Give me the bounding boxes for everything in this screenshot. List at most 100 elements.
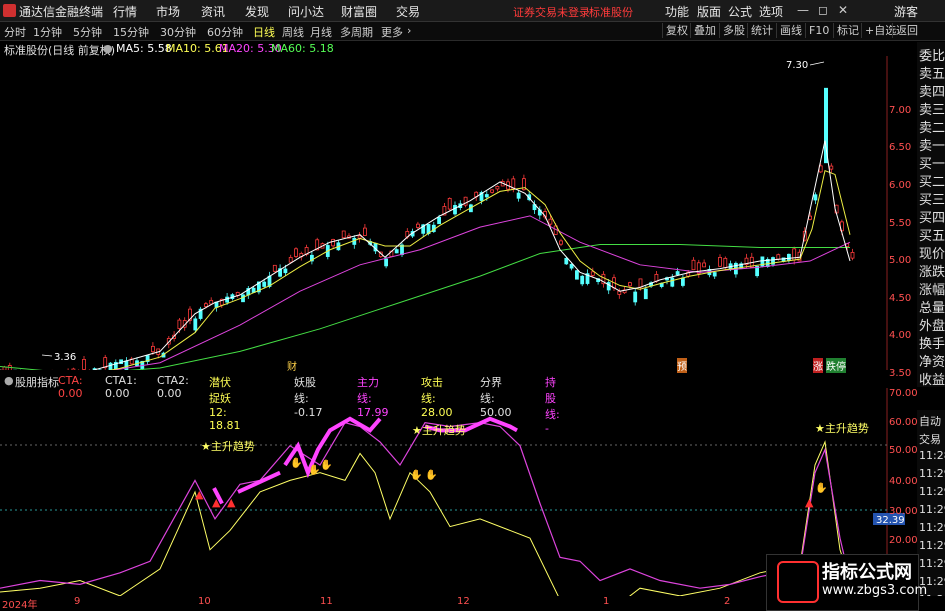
- restore-icon[interactable]: ◻: [815, 2, 831, 18]
- candle-body: [776, 254, 781, 260]
- candle-body: [569, 263, 574, 269]
- candle-body: [633, 291, 638, 303]
- user-label[interactable]: 游客: [894, 3, 918, 20]
- hand-signal-icon: ✋: [308, 463, 320, 476]
- ma60-label: MA60: 5.18: [271, 42, 334, 55]
- candle-body: [675, 271, 680, 275]
- menu-function[interactable]: 功能: [665, 3, 689, 20]
- settings-dot-icon[interactable]: ●: [4, 374, 14, 387]
- order-book-label: 卖一: [919, 139, 945, 154]
- login-notice[interactable]: 证券交易未登录: [513, 4, 590, 20]
- candle-body: [415, 223, 420, 228]
- candle-body: [394, 249, 399, 254]
- order-book-label: 卖三: [919, 103, 945, 118]
- menu-news[interactable]: 资讯: [201, 3, 225, 20]
- menu-quotes[interactable]: 行情: [113, 3, 137, 20]
- order-book-label: 卖二: [919, 121, 945, 136]
- minimize-icon[interactable]: —: [795, 2, 811, 18]
- candle-body: [718, 256, 722, 267]
- price-tick-label: 5.00: [889, 255, 912, 266]
- candle-body: [495, 186, 500, 190]
- tick-time-sidebar: 自动交易11:2811:2911:2911:2911:2911:2911:291…: [917, 410, 945, 609]
- order-book-label: 买二: [919, 175, 945, 190]
- menu-assistant[interactable]: 问小达: [288, 3, 324, 20]
- multi-stock-button[interactable]: 多股: [719, 23, 748, 38]
- menu-formula[interactable]: 公式: [728, 3, 752, 20]
- menu-options[interactable]: 选项: [759, 3, 783, 20]
- candle-body: [288, 257, 293, 263]
- top-menu-bar: 通达信金融终端 行情 市场 资讯 发现 问小达 财富圈 交易 证券交易未登录 标…: [0, 0, 945, 22]
- f10-button[interactable]: F10: [805, 23, 832, 38]
- period-tab-bar: 分时 1分钟 5分钟 15分钟 30分钟 60分钟 日线 周线 月线 多周期 更…: [0, 22, 945, 41]
- indicator-tick-label: 60.00: [889, 417, 918, 428]
- tab-weekly[interactable]: 周线: [282, 24, 304, 40]
- date-label: 10: [198, 596, 211, 607]
- limit-up-tag[interactable]: 涨: [813, 358, 823, 373]
- tab-30min[interactable]: 30分钟: [160, 24, 196, 40]
- candle-body: [490, 189, 495, 193]
- candle-body: [516, 192, 521, 199]
- menu-discover[interactable]: 发现: [245, 3, 269, 20]
- indicator-tick-label: 30.00: [889, 506, 918, 517]
- candle-body: [272, 264, 277, 272]
- buy-arrow-icon: ▲: [195, 488, 204, 501]
- order-book-label: 外盘: [919, 319, 945, 334]
- candle-body: [331, 239, 336, 247]
- tab-multi-period[interactable]: 多周期: [340, 24, 373, 40]
- date-label: 1: [603, 596, 610, 607]
- indicator-tick-label: 50.00: [889, 445, 918, 456]
- candle-body: [638, 278, 643, 288]
- order-book-label: 卖四: [919, 85, 945, 100]
- candle-body: [702, 262, 706, 268]
- price-tick-label: 5.50: [889, 218, 912, 229]
- stats-button[interactable]: 统计: [747, 23, 776, 38]
- tab-5min[interactable]: 5分钟: [73, 24, 102, 40]
- order-book-label: 买四: [919, 211, 945, 226]
- draw-line-button[interactable]: 画线: [776, 23, 805, 38]
- candle-body: [824, 87, 828, 164]
- candle-body: [580, 275, 585, 285]
- settings-dot-icon[interactable]: ●: [103, 42, 113, 55]
- candle-body: [437, 217, 442, 225]
- tab-intraday[interactable]: 分时: [4, 24, 26, 40]
- tab-60min[interactable]: 60分钟: [207, 24, 243, 40]
- menu-trade[interactable]: 交易: [396, 3, 420, 20]
- order-book-label: 总量: [919, 301, 945, 316]
- indicator-tick-label: 20.00: [889, 535, 918, 546]
- holding-line-segment: [237, 470, 281, 494]
- date-label: 2: [724, 596, 731, 607]
- candle-body: [617, 290, 622, 295]
- overlay-button[interactable]: 叠加: [690, 23, 719, 38]
- finance-tag[interactable]: 财: [287, 358, 297, 373]
- date-label: 12: [457, 596, 470, 607]
- tab-daily[interactable]: 日线: [253, 24, 275, 40]
- tab-more[interactable]: 更多: [381, 24, 403, 40]
- tick-time-label: 11:29: [919, 521, 945, 534]
- tab-15min[interactable]: 15分钟: [113, 24, 149, 40]
- tab-monthly[interactable]: 月线: [310, 24, 332, 40]
- mark-button[interactable]: 标记: [833, 23, 862, 38]
- back-button[interactable]: 返回: [892, 23, 921, 38]
- menu-layout[interactable]: 版面: [697, 3, 721, 20]
- app-title: 通达信金融终端: [19, 5, 104, 19]
- limit-down-tag[interactable]: 跌停: [826, 358, 846, 373]
- candle-body: [548, 218, 553, 225]
- indicator-tick-label: 70.00: [889, 388, 918, 399]
- chevron-right-icon[interactable]: ›: [407, 24, 411, 37]
- stock-name: 标准股份: [589, 6, 633, 19]
- tab-1min[interactable]: 1分钟: [33, 24, 62, 40]
- price-tick-label: 4.50: [889, 293, 912, 304]
- forecast-tag[interactable]: 预: [677, 358, 687, 373]
- candlestick-chart[interactable]: 7.30 3.36: [0, 56, 917, 370]
- buy-arrow-icon: ▲: [227, 496, 236, 509]
- candle-body: [670, 277, 675, 287]
- tick-time-label: 自动: [919, 415, 941, 428]
- menu-market[interactable]: 市场: [156, 3, 180, 20]
- close-icon[interactable]: ✕: [835, 2, 851, 18]
- candle-body: [559, 240, 563, 245]
- menu-wealth[interactable]: 财富圈: [341, 3, 377, 20]
- candle-body: [681, 277, 685, 286]
- candle-body: [357, 235, 362, 239]
- adjust-button[interactable]: 复权: [662, 23, 691, 38]
- watermark-title: 指标公式网: [822, 562, 912, 583]
